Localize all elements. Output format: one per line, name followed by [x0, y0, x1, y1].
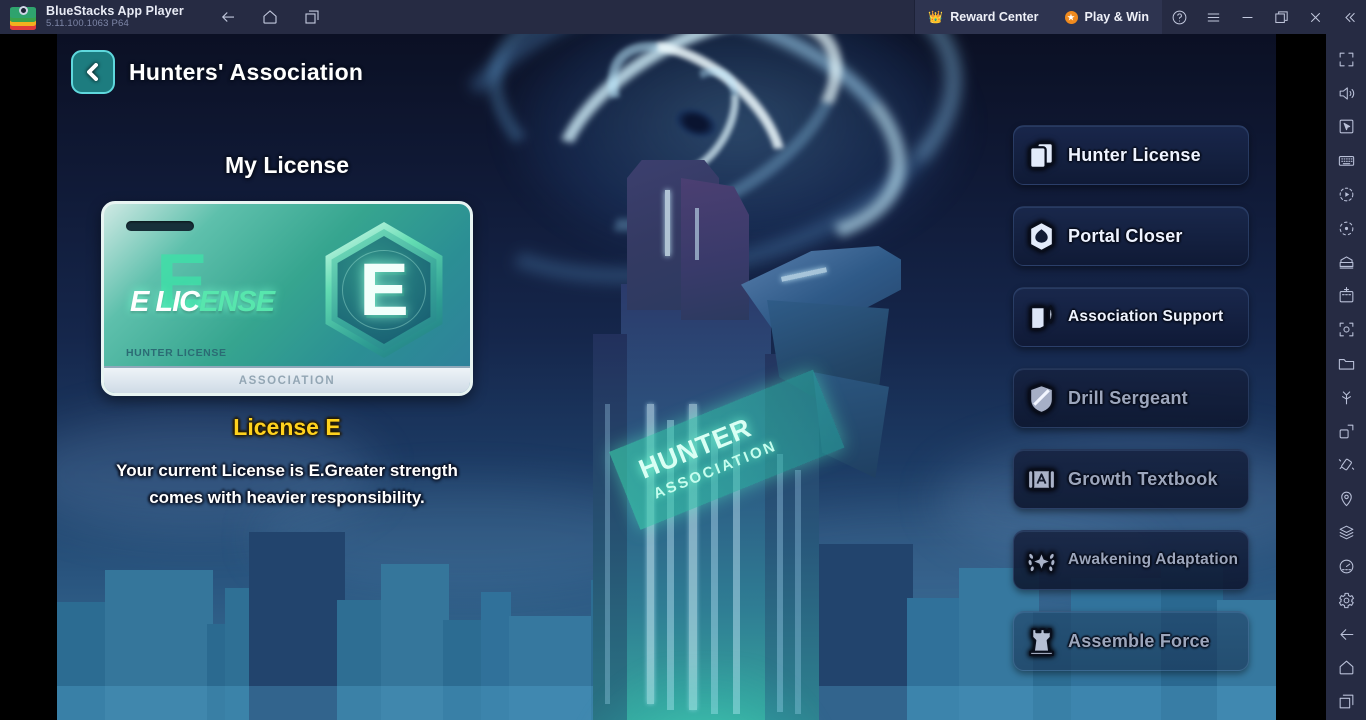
keyboard-icon[interactable]	[1329, 145, 1363, 176]
record-icon[interactable]	[1329, 179, 1363, 210]
menu-item-awakening-adaptation[interactable]: Awakening Adaptation	[1013, 530, 1249, 590]
menu-item-portal-closer[interactable]: Portal Closer	[1013, 206, 1249, 266]
collapse-icon[interactable]	[1332, 0, 1366, 34]
home-icon[interactable]	[1329, 652, 1363, 683]
menu-item-drill-sergeant[interactable]: Drill Sergeant	[1013, 368, 1249, 428]
cards-icon	[1014, 139, 1068, 172]
menu-item-label: Awakening Adaptation	[1068, 551, 1239, 568]
bluestacks-sidebar	[1326, 34, 1366, 720]
license-card[interactable]: E E LICENSE HUNTER LICENSE E ASSOCIATION	[101, 201, 473, 396]
crown-icon: 👑	[928, 10, 944, 24]
multi-instance-icon[interactable]	[302, 7, 322, 27]
back-button[interactable]	[71, 50, 115, 94]
rotate-icon[interactable]	[1329, 416, 1363, 447]
hunter-association-tower: HUNTER ASSOCIATION	[569, 104, 901, 720]
app-name: BlueStacks App Player	[46, 3, 184, 18]
home-icon[interactable]	[260, 7, 280, 27]
laurel-star-icon	[1014, 544, 1068, 577]
menu-item-association-support[interactable]: Association Support	[1013, 287, 1249, 347]
shake-icon[interactable]	[1329, 450, 1363, 481]
star-icon: ★	[1064, 10, 1078, 24]
menu-item-label: Portal Closer	[1068, 225, 1183, 246]
chess-rook-icon	[1014, 625, 1068, 658]
card-association-label: ASSOCIATION	[238, 374, 336, 387]
menu-item-hunter-license[interactable]: Hunter License	[1013, 125, 1249, 185]
game-viewport[interactable]: HUNTER ASSOCIATION Hunters' Association …	[0, 34, 1326, 720]
performance-icon[interactable]	[1329, 551, 1363, 582]
menu-item-label: Association Support	[1068, 308, 1224, 325]
volume-icon[interactable]	[1329, 78, 1363, 109]
menu-item-label: Hunter License	[1068, 144, 1201, 165]
menu-item-label: Growth Textbook	[1068, 468, 1218, 489]
play-and-win-label: Play & Win	[1084, 10, 1149, 24]
bluestacks-titlebar: BlueStacks App Player 5.11.100.1063 P64 …	[0, 0, 1366, 34]
reward-center-button[interactable]: 👑 Reward Center	[914, 0, 1052, 34]
menu-item-label: Drill Sergeant	[1068, 387, 1188, 408]
card-wordmark: E LICENSE	[130, 286, 275, 319]
titlebar-right: 👑 Reward Center ★ Play & Win	[914, 0, 1366, 34]
fullscreen-icon[interactable]	[1329, 44, 1363, 75]
menu-icon[interactable]	[1196, 0, 1230, 34]
media-folder-icon[interactable]	[1329, 348, 1363, 379]
scroll-icon	[1014, 463, 1068, 496]
reward-center-label: Reward Center	[950, 10, 1039, 24]
screenshot-icon[interactable]	[1329, 314, 1363, 345]
app-version: 5.11.100.1063 P64	[46, 18, 129, 30]
macro-icon[interactable]	[1329, 213, 1363, 244]
my-license-panel: My License E E LICENSE HUNTER LICENSE E …	[57, 152, 517, 511]
license-tier-label: License E	[233, 414, 341, 440]
bluestacks-logo-icon	[10, 4, 36, 30]
maximize-icon[interactable]	[1264, 0, 1298, 34]
app-title-block: BlueStacks App Player 5.11.100.1063 P64	[46, 3, 184, 30]
help-icon[interactable]	[1162, 0, 1196, 34]
titlebar-nav	[218, 7, 322, 27]
location-icon[interactable]	[1329, 483, 1363, 514]
license-description: Your current License is E.Greater streng…	[116, 461, 458, 508]
page-header: Hunters' Association	[71, 50, 363, 94]
my-license-heading: My License	[225, 152, 349, 178]
scroll-quill-icon	[1014, 301, 1068, 334]
letterbox-right	[1276, 34, 1326, 720]
card-wordmark-white: E LIC	[130, 286, 200, 318]
close-icon[interactable]	[1298, 0, 1332, 34]
install-apk-icon[interactable]	[1329, 281, 1363, 312]
menu-item-label: Assemble Force	[1068, 630, 1210, 651]
card-slot	[126, 221, 194, 231]
card-subtitle: HUNTER LICENSE	[126, 347, 227, 359]
play-and-win-button[interactable]: ★ Play & Win	[1051, 0, 1162, 34]
menu-item-growth-textbook[interactable]: Growth Textbook	[1013, 449, 1249, 509]
game-controls-icon[interactable]	[1329, 247, 1363, 278]
association-menu: Hunter License Portal Closer Association…	[1013, 125, 1249, 692]
menu-item-assemble-force[interactable]: Assemble Force	[1013, 611, 1249, 671]
page-title: Hunters' Association	[129, 58, 364, 85]
badge-letter: E	[359, 248, 409, 331]
back-icon[interactable]	[1329, 619, 1363, 650]
multi-instance-sync-icon[interactable]	[1329, 517, 1363, 548]
recents-icon[interactable]	[1329, 686, 1363, 717]
card-wordmark-green: ENSE	[199, 286, 275, 318]
license-grade-badge: E	[316, 222, 452, 358]
game-stage: HUNTER ASSOCIATION Hunters' Association …	[57, 34, 1276, 720]
cursor-icon[interactable]	[1329, 112, 1363, 143]
eco-mode-icon[interactable]	[1329, 382, 1363, 413]
minimize-icon[interactable]	[1230, 0, 1264, 34]
back-icon[interactable]	[218, 7, 238, 27]
settings-icon[interactable]	[1329, 585, 1363, 616]
letterbox-left	[0, 34, 57, 720]
shield-sword-icon	[1014, 382, 1068, 415]
card-association-strip: ASSOCIATION	[104, 366, 470, 393]
portal-icon	[1014, 220, 1068, 253]
